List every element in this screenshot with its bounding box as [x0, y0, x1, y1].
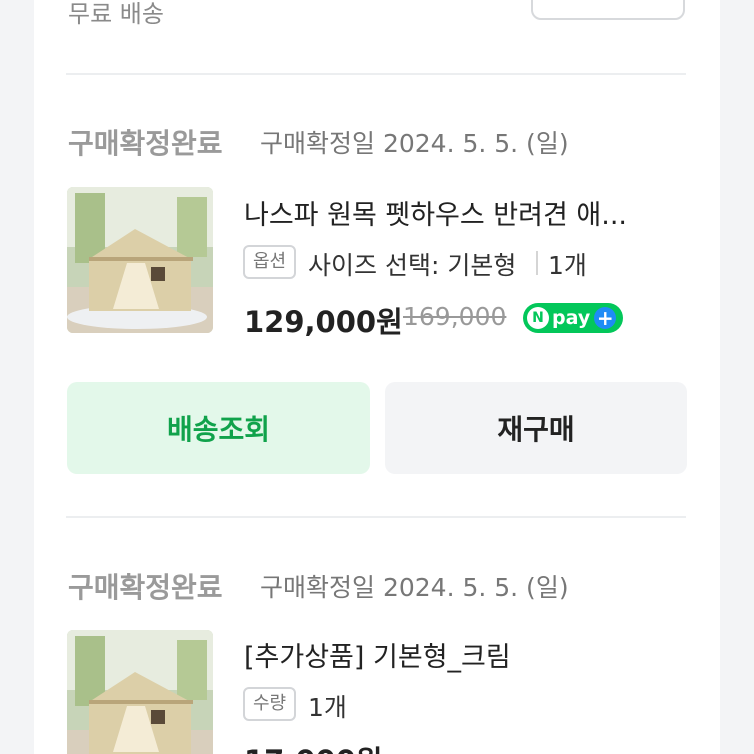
quantity-text: 1개 [308, 693, 347, 722]
shipping-label: 무료 배송 [68, 0, 164, 28]
option-badge: 옵션 [243, 245, 297, 279]
order-history-card: 무료 배송 구매확정완료 구매확정일 2024. 5. 5. (일) 나스파 원… [34, 0, 720, 754]
track-delivery-button[interactable]: 배송조회 [67, 382, 370, 474]
price: 129,000원 [244, 305, 403, 339]
confirm-date: 구매확정일 2024. 5. 5. (일) [260, 129, 569, 158]
npay-plus-icon: + [594, 307, 617, 329]
option-separator [536, 251, 538, 275]
divider [66, 516, 686, 518]
npay-label: pay [552, 307, 591, 329]
product-thumbnail[interactable] [67, 187, 213, 333]
reorder-button[interactable]: 재구매 [385, 382, 687, 474]
option-badge: 수량 [243, 687, 297, 721]
product-title[interactable]: [추가상품] 기본형_크림 [244, 635, 511, 674]
option-text: 사이즈 선택: 기본형 [308, 251, 517, 280]
top-action-button[interactable] [531, 0, 685, 20]
pet-house-image [67, 630, 213, 754]
divider [66, 73, 686, 75]
order-status: 구매확정완료 [68, 127, 223, 160]
npay-badge: N pay + [523, 303, 623, 333]
original-price: 169,000 [403, 302, 507, 331]
product-thumbnail[interactable] [67, 630, 213, 754]
pet-house-image [67, 187, 213, 333]
confirm-date: 구매확정일 2024. 5. 5. (일) [260, 573, 569, 602]
quantity-text: 1개 [548, 251, 587, 280]
price: 17,000원 [244, 738, 383, 754]
product-title[interactable]: 나스파 원목 펫하우스 반려견 애... [244, 193, 627, 232]
npay-n-icon: N [527, 307, 549, 329]
order-status: 구매확정완료 [68, 571, 223, 604]
